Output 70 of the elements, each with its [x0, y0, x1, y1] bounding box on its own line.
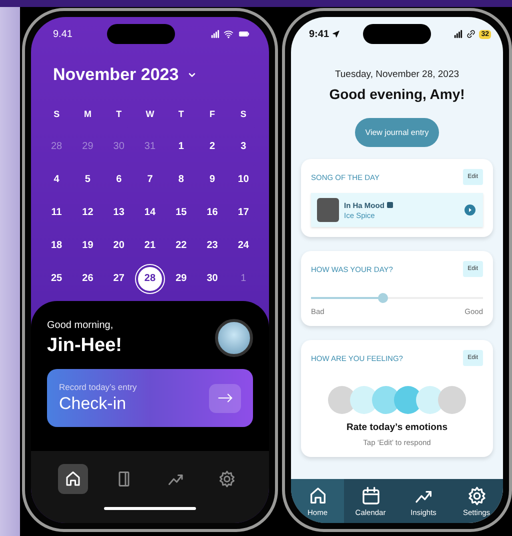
- calendar-day[interactable]: 12: [76, 200, 100, 224]
- calendar-day[interactable]: 7: [138, 168, 162, 192]
- status-time: 9.41: [53, 28, 72, 40]
- explicit-icon: [387, 202, 394, 208]
- home-icon: [308, 486, 328, 506]
- calendar-day[interactable]: 3: [231, 134, 256, 158]
- calendar-day[interactable]: 28: [138, 266, 162, 290]
- date-text: Tuesday, November 28, 2023: [334, 69, 460, 80]
- nav-home-tab[interactable]: [58, 464, 88, 494]
- checkin-card[interactable]: Record today’s entry Check-in: [47, 369, 253, 427]
- calendar-day[interactable]: 20: [106, 234, 131, 258]
- calendar-day[interactable]: 10: [231, 168, 256, 192]
- status-time: 9:41: [309, 28, 330, 40]
- calendar-day[interactable]: 18: [44, 234, 69, 258]
- weekday-label: F: [210, 108, 216, 118]
- camera-notch: [107, 24, 176, 44]
- weekday-label: S: [240, 108, 246, 118]
- avatar[interactable]: [215, 319, 253, 357]
- weekday-label: W: [146, 108, 154, 118]
- calendar-day[interactable]: 30: [200, 266, 224, 290]
- checkin-title: Check-in: [59, 394, 128, 414]
- calendar-day[interactable]: 23: [200, 234, 224, 258]
- calendar-day[interactable]: 22: [169, 234, 194, 258]
- battery-icon: [237, 29, 251, 39]
- wifi-icon: [223, 29, 234, 39]
- chevron-down-icon[interactable]: [186, 70, 197, 80]
- calendar-day[interactable]: 1: [169, 134, 194, 158]
- weekday-label: S: [54, 108, 60, 118]
- calendar-day[interactable]: 14: [138, 200, 162, 224]
- calendar-day[interactable]: 24: [231, 234, 256, 258]
- emotions-heading: Rate today’s emotions: [345, 422, 448, 433]
- weekday-label: M: [84, 108, 92, 118]
- calendar-day[interactable]: 2: [200, 134, 224, 158]
- month-title[interactable]: November 2023: [53, 65, 179, 85]
- calendar-day[interactable]: 6: [106, 168, 131, 192]
- slider-thumb[interactable]: [378, 293, 388, 303]
- album-art-placeholder: [317, 198, 339, 222]
- calendar-day[interactable]: 15: [169, 200, 194, 224]
- calendar-day[interactable]: 9: [200, 168, 224, 192]
- arrow-right-icon: [217, 392, 233, 404]
- calendar-day[interactable]: 4: [44, 168, 69, 192]
- greeting-text: Good morning,: [47, 320, 114, 330]
- calendar-day[interactable]: 29: [169, 266, 194, 290]
- calendar-day[interactable]: 11: [44, 200, 69, 224]
- settings-icon: [466, 486, 486, 506]
- user-name: Jin-Hee!: [47, 334, 122, 356]
- calendar-day[interactable]: 17: [231, 200, 256, 224]
- arrow-button[interactable]: [209, 384, 241, 412]
- signal-icon: [453, 29, 464, 39]
- calendar-day[interactable]: 13: [106, 200, 131, 224]
- calendar-day[interactable]: 8: [169, 168, 194, 192]
- camera-notch: [362, 24, 431, 44]
- signal-icon: [210, 29, 220, 39]
- calendar-day[interactable]: 26: [76, 266, 100, 290]
- play-icon[interactable]: [464, 204, 476, 216]
- calendar-day[interactable]: 19: [76, 234, 100, 258]
- home-icon: [64, 470, 82, 488]
- checkin-caption: Record today’s entry: [59, 382, 137, 392]
- location-arrow-icon: [332, 30, 340, 38]
- link-icon: [466, 29, 476, 39]
- weekday-label: T: [116, 108, 122, 118]
- settings-icon: [218, 470, 236, 488]
- weekday-label: T: [178, 108, 184, 118]
- calendar-day[interactable]: 16: [200, 200, 224, 224]
- greeting-title: Good evening, Amy!: [328, 86, 466, 102]
- calendar-day[interactable]: 21: [138, 234, 162, 258]
- calendar-day[interactable]: 25: [44, 266, 69, 290]
- calendar-day[interactable]: 5: [76, 168, 100, 192]
- calendar-icon: [360, 486, 380, 506]
- calendar-day[interactable]: 27: [106, 266, 131, 290]
